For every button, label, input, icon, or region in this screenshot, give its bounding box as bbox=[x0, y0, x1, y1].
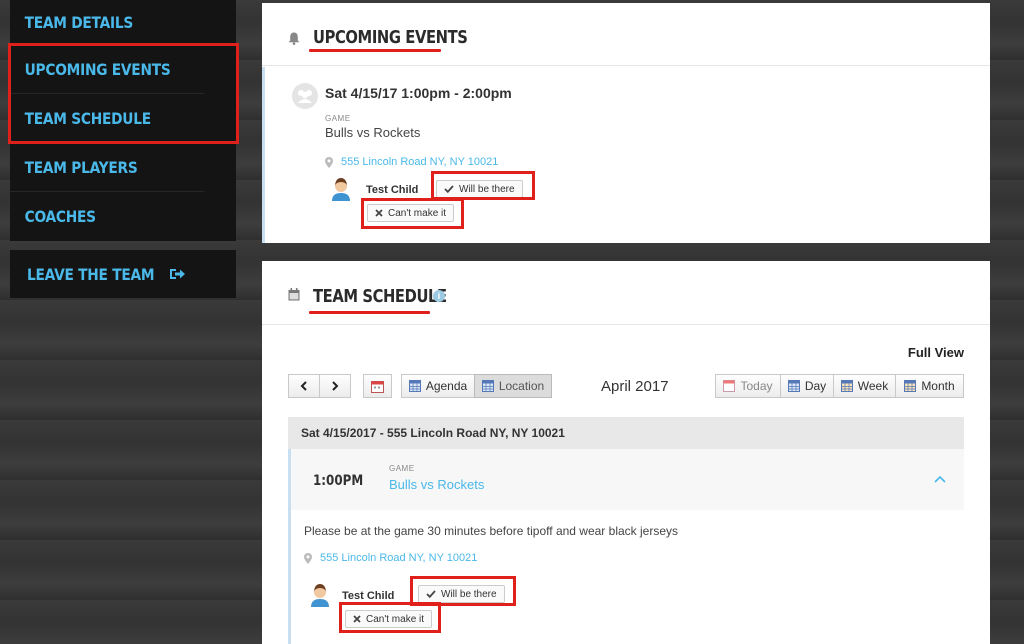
day-label: Day bbox=[804, 379, 827, 393]
day-calendar-icon bbox=[787, 380, 800, 392]
date-picker-button[interactable] bbox=[363, 374, 392, 398]
week-calendar-icon bbox=[840, 380, 853, 392]
chevron-left-icon bbox=[300, 381, 307, 391]
week-view-button[interactable]: Week bbox=[833, 374, 896, 398]
chevron-right-icon bbox=[332, 381, 339, 391]
sidebar-leave-block: LEAVE THE TEAM bbox=[10, 250, 236, 298]
team-schedule-panel: TEAM SCHEDULE i Full View Agenda Locatio… bbox=[262, 261, 990, 644]
team-avatar-icon bbox=[292, 83, 318, 109]
agenda-label: Agenda bbox=[425, 379, 468, 393]
schedule-event-location-link[interactable]: 555 Lincoln Road NY, NY 10021 bbox=[304, 552, 477, 564]
month-label: Month bbox=[921, 379, 955, 393]
sidebar-nav: TEAM DETAILS UPCOMING EVENTS TEAM SCHEDU… bbox=[10, 0, 236, 241]
x-icon bbox=[375, 209, 383, 217]
sign-out-icon bbox=[170, 269, 186, 279]
sidebar: TEAM DETAILS UPCOMING EVENTS TEAM SCHEDU… bbox=[10, 0, 236, 298]
event-location-text: 555 Lincoln Road NY, NY 10021 bbox=[341, 156, 499, 168]
sidebar-item-coaches[interactable]: COACHES bbox=[10, 192, 204, 241]
cant-make-it-button[interactable]: Can't make it bbox=[367, 204, 455, 222]
chevron-up-icon[interactable] bbox=[934, 475, 946, 483]
month-calendar-icon bbox=[904, 380, 917, 392]
schedule-event-name-link[interactable]: Bulls vs Rockets bbox=[389, 477, 484, 492]
bell-icon bbox=[288, 32, 300, 45]
map-marker-icon bbox=[325, 156, 333, 168]
schedule-event-description: Please be at the game 30 minutes before … bbox=[304, 524, 678, 538]
cant-make-it-label: Can't make it bbox=[388, 207, 447, 219]
full-view-link[interactable]: Full View bbox=[908, 345, 964, 360]
month-view-button[interactable]: Month bbox=[895, 374, 964, 398]
today-button[interactable]: Today bbox=[715, 374, 781, 398]
location-label: Location bbox=[498, 379, 545, 393]
schedule-event-time: 1:00PM bbox=[313, 473, 364, 489]
upcoming-events-header: UPCOMING EVENTS bbox=[262, 3, 990, 66]
cant-make-it-button[interactable]: Can't make it bbox=[345, 610, 433, 628]
child-name: Test Child bbox=[342, 590, 395, 602]
calendar-picker-icon bbox=[371, 380, 384, 393]
event-type: GAME bbox=[325, 114, 351, 123]
title-underline-highlight bbox=[309, 49, 441, 52]
child-avatar-icon bbox=[311, 584, 329, 607]
cant-make-it-label: Can't make it bbox=[366, 613, 425, 625]
event-location-link[interactable]: 555 Lincoln Road NY, NY 10021 bbox=[325, 156, 498, 168]
will-be-there-label: Will be there bbox=[459, 183, 515, 195]
location-grid-icon bbox=[481, 380, 494, 392]
check-icon bbox=[426, 590, 436, 598]
check-icon bbox=[444, 185, 454, 193]
schedule-date-row: Sat 4/15/2017 - 555 Lincoln Road NY, NY … bbox=[288, 417, 964, 449]
title-underline-highlight bbox=[309, 311, 430, 314]
leave-team-label: LEAVE THE TEAM bbox=[27, 264, 155, 284]
today-label: Today bbox=[740, 379, 773, 393]
upcoming-events-title: UPCOMING EVENTS bbox=[313, 27, 468, 48]
will-be-there-button[interactable]: Will be there bbox=[418, 585, 505, 603]
calendar-icon bbox=[288, 288, 300, 301]
sidebar-item-team-details[interactable]: TEAM DETAILS bbox=[10, 0, 205, 45]
upcoming-events-panel: UPCOMING EVENTS Sat 4/15/17 1:00pm - 2:0… bbox=[262, 3, 990, 243]
x-icon bbox=[353, 615, 361, 623]
agenda-view-button[interactable]: Agenda bbox=[401, 374, 475, 398]
sidebar-item-team-schedule[interactable]: TEAM SCHEDULE bbox=[10, 94, 205, 143]
schedule-event-card: 1:00PM GAME Bulls vs Rockets Please be a… bbox=[288, 449, 964, 644]
location-view-button[interactable]: Location bbox=[474, 374, 552, 398]
current-month-label: April 2017 bbox=[601, 378, 669, 395]
child-avatar-icon bbox=[332, 178, 350, 201]
agenda-grid-icon bbox=[408, 380, 421, 392]
child-name: Test Child bbox=[366, 184, 419, 196]
leave-team-button[interactable]: LEAVE THE TEAM bbox=[10, 250, 236, 298]
event-name: Bulls vs Rockets bbox=[325, 125, 421, 140]
prev-button[interactable] bbox=[288, 374, 320, 398]
team-schedule-title: TEAM SCHEDULE bbox=[313, 286, 447, 307]
info-icon[interactable]: i bbox=[433, 290, 445, 302]
upcoming-event-card: Sat 4/15/17 1:00pm - 2:00pm GAME Bulls v… bbox=[262, 67, 990, 243]
day-view-button[interactable]: Day bbox=[780, 374, 834, 398]
will-be-there-button[interactable]: Will be there bbox=[436, 180, 523, 198]
will-be-there-label: Will be there bbox=[441, 588, 497, 600]
sidebar-item-team-players[interactable]: TEAM PLAYERS bbox=[10, 143, 205, 192]
today-calendar-icon bbox=[723, 380, 736, 392]
map-marker-icon bbox=[304, 552, 312, 564]
schedule-event-type: GAME bbox=[389, 464, 415, 473]
event-datetime: Sat 4/15/17 1:00pm - 2:00pm bbox=[325, 85, 512, 101]
next-button[interactable] bbox=[319, 374, 351, 398]
sidebar-item-upcoming-events[interactable]: UPCOMING EVENTS bbox=[10, 45, 205, 94]
schedule-event-location-text: 555 Lincoln Road NY, NY 10021 bbox=[320, 552, 478, 564]
week-label: Week bbox=[857, 379, 889, 393]
team-schedule-header: TEAM SCHEDULE i bbox=[262, 261, 990, 325]
schedule-event-header[interactable]: 1:00PM GAME Bulls vs Rockets bbox=[291, 449, 964, 510]
